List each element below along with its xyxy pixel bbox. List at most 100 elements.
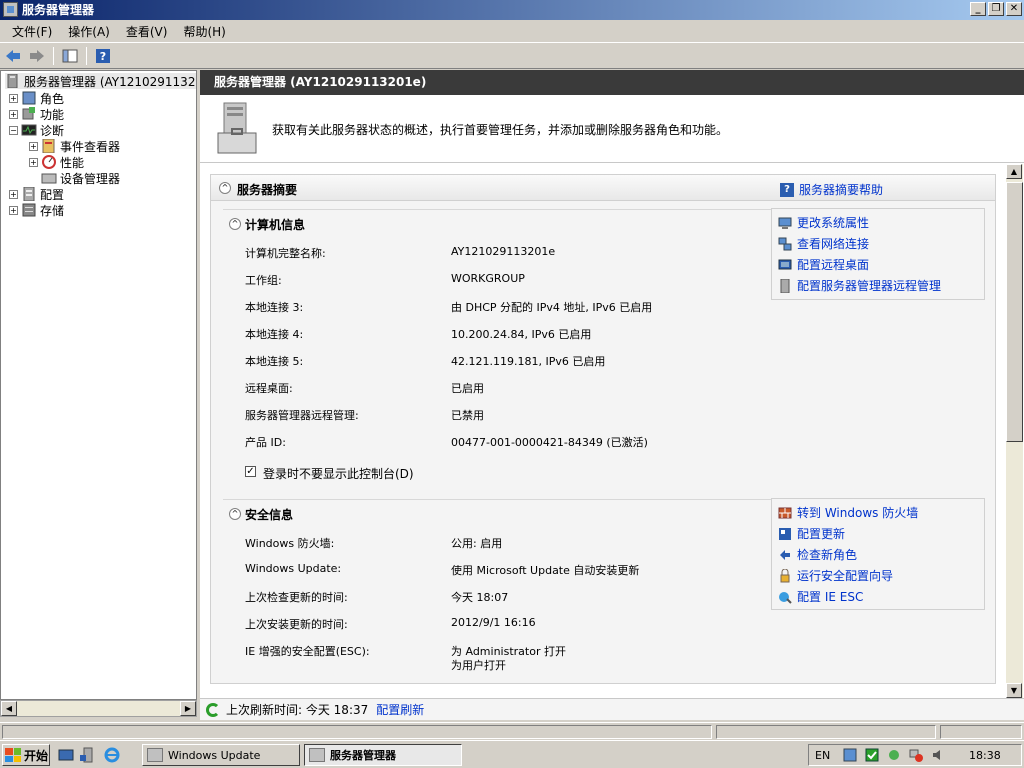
refresh-icon[interactable] (206, 702, 220, 717)
run-security-wizard-link[interactable]: 运行安全配置向导 (778, 567, 893, 584)
intro-text: 获取有关此服务器状态的概述，执行首要管理任务，并添加或删除服务器角色和功能。 (272, 123, 729, 137)
server-manager-icon (309, 748, 325, 762)
info-label: 本地连接 3: (245, 301, 304, 314)
clock[interactable]: 18:38 (969, 749, 1001, 762)
info-value: 42.121.119.181, IPv6 已启用 (451, 355, 606, 368)
server-manager-icon (3, 2, 18, 17)
tree-item-diagnostics[interactable]: − 诊断 (9, 122, 64, 138)
expand-icon[interactable]: + (9, 205, 18, 215)
tree-item-roles[interactable]: + 角色 (9, 90, 64, 106)
security-label: 上次安装更新的时间: (245, 618, 348, 631)
menu-action[interactable]: 操作(A) (60, 21, 118, 43)
system-properties-icon (778, 217, 792, 229)
details-vertical-scrollbar[interactable]: ▲ ▼ (1006, 164, 1023, 698)
taskbar-server-manager[interactable]: 服务器管理器 (304, 744, 462, 766)
tree-item-event-viewer[interactable]: + 事件查看器 (29, 138, 120, 154)
tree-item-label: 存储 (40, 203, 65, 218)
system-tray: EN 18:38 (808, 744, 1022, 766)
action-label: 配置远程桌面 (797, 258, 870, 272)
close-button[interactable]: ✕ (1006, 2, 1022, 16)
start-button[interactable]: 开始 (2, 744, 50, 766)
restore-button[interactable]: ❐ (988, 2, 1004, 16)
server-icon (5, 73, 21, 89)
tree-item-label: 配置 (40, 187, 65, 202)
expand-icon[interactable]: + (29, 141, 38, 151)
expand-icon[interactable]: + (9, 93, 18, 103)
taskbar-windows-update[interactable]: Windows Update (142, 744, 300, 766)
go-to-windows-firewall-link[interactable]: 转到 Windows 防火墙 (778, 504, 918, 521)
security-label: Windows 防火墙: (245, 537, 335, 550)
expand-icon[interactable]: + (9, 109, 18, 119)
configure-remote-management-link[interactable]: 配置服务器管理器远程管理 (778, 277, 941, 294)
minimize-button[interactable]: _ (970, 2, 986, 16)
action-label: 检查新角色 (797, 548, 858, 562)
security-wizard-icon (780, 568, 790, 582)
tree-item-features[interactable]: + 功能 (9, 106, 64, 122)
scroll-right-icon[interactable]: ▶ (180, 701, 196, 716)
info-label: 远程桌面: (245, 382, 293, 395)
menu-file[interactable]: 文件(F) (4, 21, 60, 43)
internet-explorer-icon[interactable] (104, 747, 120, 763)
server-summary-help-link[interactable]: ? 服务器摘要帮助 (779, 181, 883, 198)
info-label: 本地连接 5: (245, 355, 304, 368)
expand-icon[interactable]: + (29, 157, 38, 167)
scroll-up-icon[interactable]: ▲ (1006, 164, 1022, 179)
scroll-down-icon[interactable]: ▼ (1006, 683, 1022, 698)
tray-app-icon[interactable] (887, 748, 901, 762)
server-manager-quick-icon[interactable] (80, 747, 96, 763)
tree-root-server-manager[interactable]: 服务器管理器 (AY121029113201 (5, 73, 196, 89)
tree-item-performance[interactable]: + 性能 (29, 154, 84, 170)
expand-icon[interactable]: + (9, 189, 18, 199)
status-cell (940, 725, 1022, 739)
configure-remote-desktop-link[interactable]: 配置远程桌面 (778, 256, 869, 273)
do-not-show-checkbox[interactable]: ✓ (245, 466, 256, 477)
volume-icon[interactable] (931, 748, 945, 762)
collapse-section-icon[interactable]: ^ (229, 508, 241, 520)
configure-ie-esc-link[interactable]: 配置 IE ESC (778, 588, 863, 605)
info-value: AY121029113201e (451, 245, 556, 258)
menu-view[interactable]: 查看(V) (118, 21, 176, 43)
details-header: 服务器管理器 (AY121029113201e) (200, 70, 1024, 95)
info-value: 已禁用 (451, 409, 484, 422)
security-value: 使用 Microsoft Update 自动安装更新 (451, 564, 640, 577)
tray-app-icon[interactable] (865, 748, 879, 762)
tree-item-device-manager[interactable]: 设备管理器 (41, 170, 120, 186)
features-icon (21, 107, 37, 121)
configure-refresh-link[interactable]: 配置刷新 (376, 701, 424, 718)
scroll-thumb[interactable] (1006, 182, 1023, 442)
tree-item-label: 角色 (40, 91, 65, 106)
change-system-properties-link[interactable]: 更改系统属性 (778, 214, 869, 231)
language-indicator[interactable]: EN (815, 749, 830, 762)
info-value: 10.200.24.84, IPv6 已启用 (451, 328, 592, 341)
tree-item-label: 设备管理器 (60, 171, 121, 186)
firewall-icon (778, 507, 792, 518)
check-new-roles-link[interactable]: 检查新角色 (778, 546, 857, 563)
tree-item-storage[interactable]: + 存储 (9, 202, 64, 218)
show-hide-console-tree-button[interactable] (60, 46, 80, 66)
action-label: 配置 IE ESC (797, 590, 864, 604)
configure-updates-link[interactable]: 配置更新 (778, 525, 845, 542)
forward-button[interactable] (27, 46, 47, 66)
menu-help[interactable]: 帮助(H) (175, 21, 233, 43)
tree-item-configuration[interactable]: + 配置 (9, 186, 64, 202)
collapse-icon[interactable]: − (9, 125, 18, 135)
info-label: 服务器管理器远程管理: (245, 409, 359, 422)
network-error-icon[interactable] (909, 748, 923, 762)
tree-horizontal-scrollbar[interactable]: ◀ ▶ (0, 700, 197, 717)
show-desktop-icon[interactable] (58, 747, 74, 763)
info-label: 工作组: (245, 274, 282, 287)
view-network-connections-link[interactable]: 查看网络连接 (778, 235, 869, 252)
tray-app-icon[interactable] (843, 748, 857, 762)
help-button[interactable]: ? (93, 46, 113, 66)
tree-item-label: 事件查看器 (60, 139, 121, 154)
back-button[interactable] (3, 46, 23, 66)
scroll-left-icon[interactable]: ◀ (1, 701, 17, 716)
security-value: 2012/9/1 16:16 (451, 616, 536, 629)
roles-icon (21, 91, 37, 105)
server-summary-title: 服务器摘要 (237, 183, 298, 197)
event-viewer-icon (41, 138, 57, 154)
collapse-section-icon[interactable]: ^ (229, 218, 241, 230)
security-label: IE 增强的安全配置(ESC): (245, 645, 370, 658)
configuration-icon (21, 186, 37, 202)
collapse-section-icon[interactable]: ^ (219, 182, 231, 194)
